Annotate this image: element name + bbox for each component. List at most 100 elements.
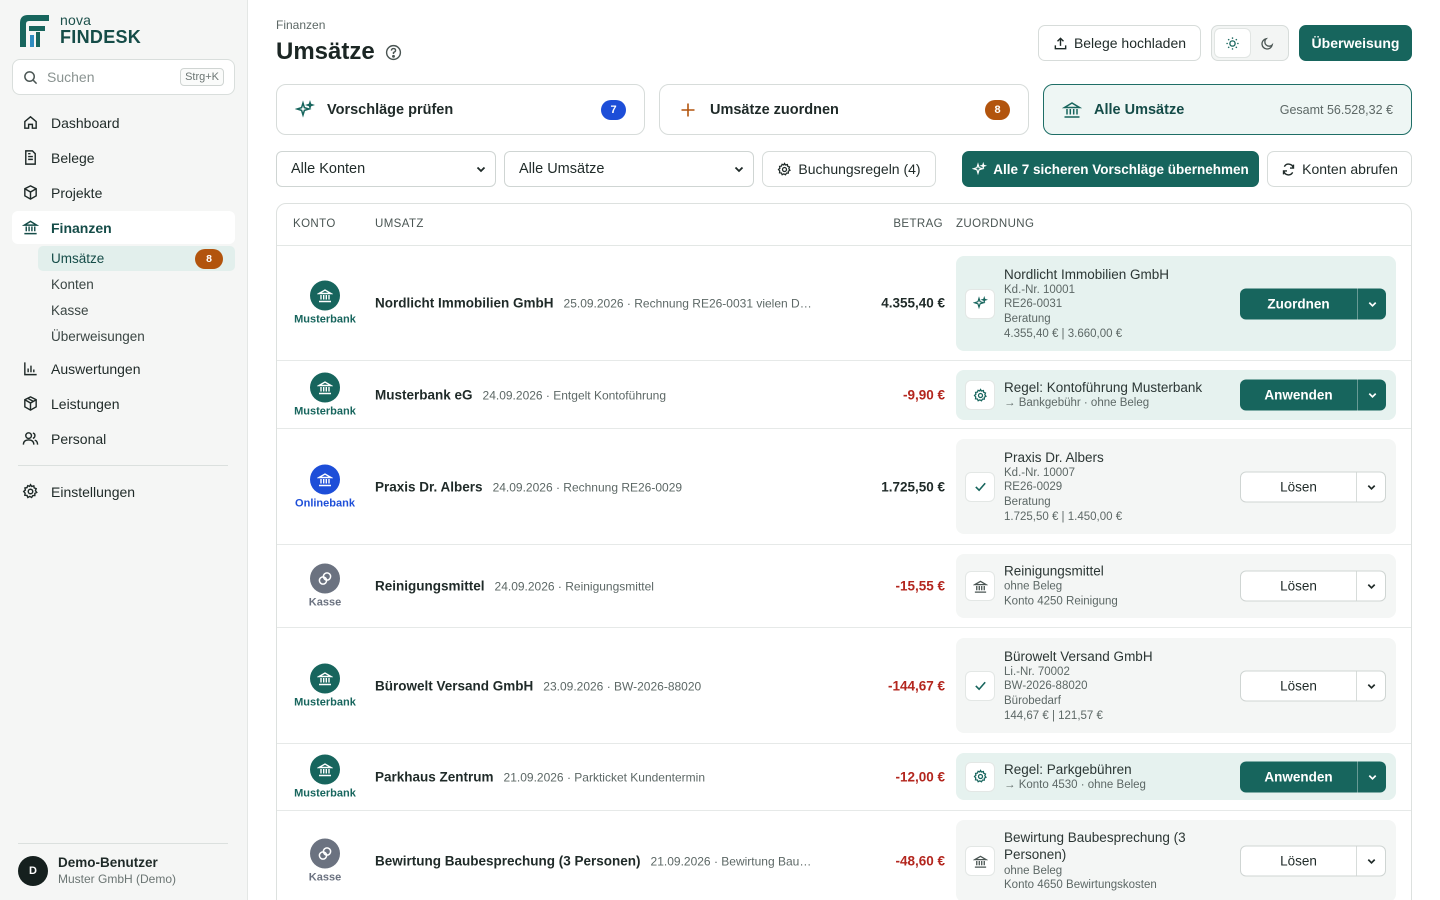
row-action-button[interactable]: Anwenden [1240, 380, 1357, 411]
row-action-menu-button[interactable] [1356, 472, 1385, 501]
row-action-menu-button[interactable] [1357, 761, 1386, 792]
dark-theme-button[interactable] [1250, 29, 1285, 57]
bank-icon [310, 663, 340, 693]
nav-item-leistungen[interactable]: Leistungen [12, 387, 235, 420]
assignment-title: Regel: Parkgebühren [1004, 761, 1132, 777]
table-row[interactable]: Musterbank Musterbank eG 24.09.2026 · En… [277, 361, 1411, 429]
row-action-menu-button[interactable] [1356, 571, 1385, 601]
light-theme-button[interactable] [1215, 29, 1250, 57]
transaction-name: Bürowelt Versand GmbH [375, 678, 534, 693]
sparkle-icon [965, 288, 995, 319]
nav-label-auswertungen: Auswertungen [51, 360, 141, 377]
sub-item-umsaetze[interactable]: Umsätze 8 [38, 246, 235, 271]
chevron-down-icon [476, 166, 486, 173]
breadcrumb[interactable]: Finanzen [276, 18, 325, 32]
column-header-betrag[interactable]: BETRAG [893, 218, 943, 230]
theme-toggle[interactable] [1211, 25, 1289, 61]
table-row[interactable]: Musterbank Nordlicht Immobilien GmbH 25.… [277, 246, 1411, 361]
row-action-menu-button[interactable] [1356, 671, 1385, 700]
account-cell: Musterbank [277, 754, 373, 800]
transaction-amount: -9,90 € [902, 387, 945, 402]
row-action-button[interactable]: Lösen [1241, 572, 1356, 601]
account-filter-select[interactable]: Alle Konten [276, 151, 496, 187]
table-row[interactable]: Kasse Reinigungsmittel 24.09.2026 · Rein… [277, 545, 1411, 628]
transaction-name: Bewirtung Baubesprechung (3 Personen) [375, 853, 641, 868]
transaction-cell: Reinigungsmittel 24.09.2026 · Reinigungs… [375, 579, 815, 594]
transaction-filter-select[interactable]: Alle Umsätze [504, 151, 754, 187]
row-action-menu-button[interactable] [1356, 846, 1385, 876]
user-menu[interactable]: D Demo-Benutzer Muster GmbH (Demo) [18, 855, 176, 887]
transaction-amount: -12,00 € [895, 769, 945, 785]
fetch-accounts-button[interactable]: Konten abrufen [1267, 151, 1412, 187]
nav-item-personal[interactable]: Personal [12, 422, 235, 455]
row-action-menu-button[interactable] [1357, 288, 1386, 319]
account-name: Musterbank [294, 696, 356, 708]
sub-item-ueberweisungen[interactable]: Überweisungen [38, 324, 235, 349]
nav-item-belege[interactable]: Belege [12, 141, 235, 174]
transaction-amount: -15,55 € [895, 578, 945, 594]
sub-item-kasse[interactable]: Kasse [38, 298, 235, 323]
gear-icon [965, 761, 995, 792]
transaction-cell: Nordlicht Immobilien GmbH 25.09.2026 · R… [375, 296, 815, 311]
row-action-button[interactable]: Zuordnen [1240, 288, 1357, 319]
nav-item-dashboard[interactable]: Dashboard [12, 106, 235, 139]
row-action-split-button: Lösen [1240, 471, 1386, 502]
sub-item-konten[interactable]: Konten [38, 272, 235, 297]
nav-item-projekte[interactable]: Projekte [12, 176, 235, 209]
column-header-zuordnung[interactable]: ZUORDNUNG [956, 218, 1034, 230]
booking-rules-button[interactable]: Buchungsregeln (4) [762, 151, 936, 187]
upload-receipts-button[interactable]: Belege hochladen [1038, 25, 1201, 61]
nav-item-auswertungen[interactable]: Auswertungen [12, 352, 235, 385]
table-row[interactable]: Musterbank Bürowelt Versand GmbH 23.09.2… [277, 628, 1411, 744]
search-input[interactable]: Suchen Strg+K [12, 59, 235, 95]
logo-big-text: FINDESK [60, 27, 142, 47]
row-action-split-button: Lösen [1240, 570, 1386, 602]
check-icon [965, 471, 995, 502]
sidebar-bottom-divider [18, 843, 228, 844]
transaction-name: Parkhaus Zentrum [375, 769, 494, 785]
logo[interactable]: nova FINDESK [18, 13, 141, 49]
account-name: Kasse [308, 871, 342, 883]
transaction-meta: 24.09.2026 · Entgelt Kontoführung [482, 388, 667, 402]
card-all-transactions[interactable]: Alle Umsätze Gesamt 56.528,32 € [1043, 84, 1412, 135]
plus-icon [681, 103, 695, 116]
sub-label-ueberweisungen: Überweisungen [51, 329, 145, 344]
nav-item-einstellungen[interactable]: Einstellungen [12, 475, 235, 508]
transaction-meta: 21.09.2026 · Bewirtung Baube... [650, 854, 815, 868]
transaction-filter-value: Alle Umsätze [519, 161, 605, 177]
account-cell: Kasse [277, 563, 373, 609]
row-action-button[interactable]: Anwenden [1240, 761, 1357, 792]
account-cell: Musterbank [277, 280, 373, 326]
assignment-box: Regel: Kontoführung Musterbank → Bankgeb… [956, 370, 1396, 420]
finanzen-subnav: Umsätze 8 Konten Kasse Überweisungen [12, 246, 235, 349]
help-icon[interactable] [385, 44, 402, 61]
card-suggestions[interactable]: Vorschläge prüfen 7 [276, 84, 645, 135]
transfer-button[interactable]: Überweisung [1299, 25, 1412, 61]
chevron-down-icon [1367, 298, 1378, 309]
row-action-split-button: Anwenden [1240, 761, 1386, 792]
nav-item-finanzen[interactable]: Finanzen [12, 211, 235, 244]
assignment-detail-line: Kd.-Nr. 10007 [1004, 466, 1075, 479]
assignment-detail-line: Beratung [1004, 496, 1051, 509]
transaction-cell: Praxis Dr. Albers 24.09.2026 · Rechnung … [375, 479, 815, 494]
transaction-meta: 25.09.2026 · Rechnung RE26-0031 vielen D… [563, 296, 815, 311]
assignment-detail-line: ohne Beleg [1004, 580, 1063, 593]
row-action-button[interactable]: Lösen [1241, 671, 1356, 700]
column-header-konto[interactable]: KONTO [293, 218, 336, 230]
assignment-detail-line: Beratung [1004, 313, 1051, 326]
accept-all-suggestions-button[interactable]: Alle 7 sicheren Vorschläge übernehmen [962, 151, 1259, 187]
card-assign[interactable]: Umsätze zuordnen 8 [659, 84, 1029, 135]
table-row[interactable]: Onlinebank Praxis Dr. Albers 24.09.2026 … [277, 429, 1411, 545]
row-action-split-button: Lösen [1240, 670, 1386, 701]
row-action-button[interactable]: Lösen [1241, 472, 1356, 501]
transaction-name: Nordlicht Immobilien GmbH [375, 295, 554, 311]
column-header-umsatz[interactable]: UMSATZ [375, 218, 424, 230]
row-action-menu-button[interactable] [1357, 379, 1386, 411]
bank-icon [310, 754, 340, 785]
bank-icon [310, 280, 340, 311]
row-action-button[interactable]: Lösen [1241, 847, 1356, 876]
receipt-icon [25, 150, 36, 165]
table-row[interactable]: Musterbank Parkhaus Zentrum 21.09.2026 ·… [277, 744, 1411, 811]
table-row[interactable]: Kasse Bewirtung Baubesprechung (3 Person… [277, 811, 1411, 900]
sub-label-umsaetze: Umsätze [51, 251, 105, 266]
